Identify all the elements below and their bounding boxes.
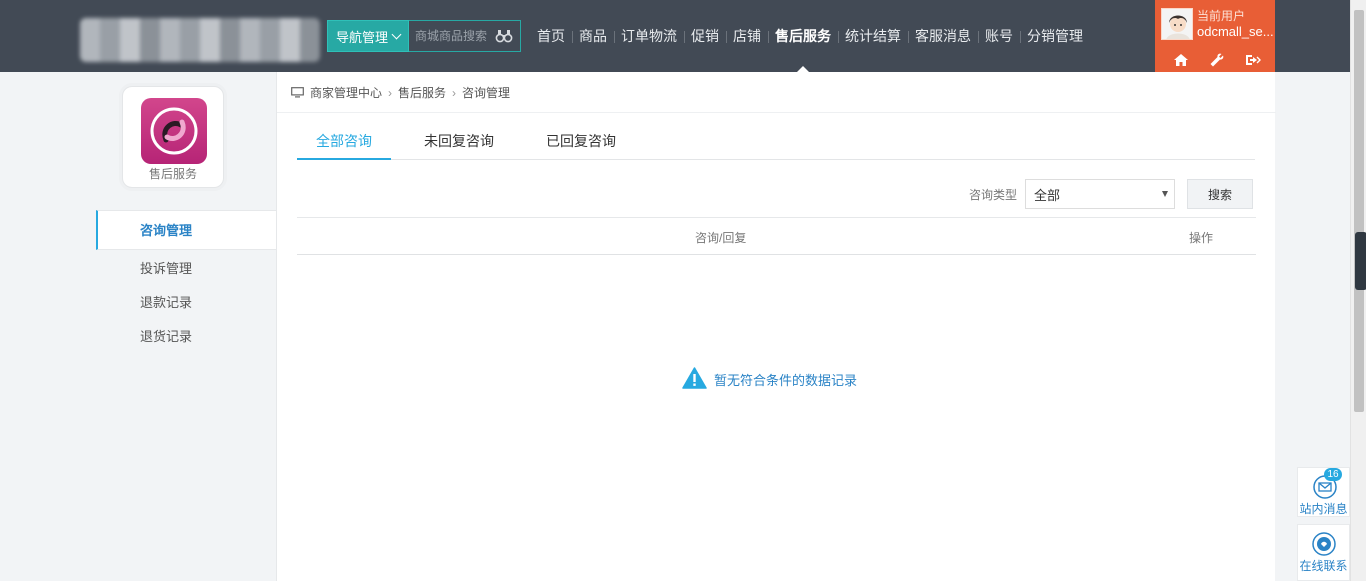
wrench-icon[interactable]	[1206, 52, 1228, 68]
app-icon-label: 售后服务	[148, 167, 197, 181]
search-button[interactable]: 搜索	[1187, 179, 1253, 209]
table-header: 咨询/回复 操作	[297, 217, 1256, 255]
sidebar-item-consultation[interactable]: 咨询管理	[96, 210, 276, 250]
tab-unreplied[interactable]: 未回复咨询	[405, 128, 513, 160]
consultation-type-label: 咨询类型	[968, 187, 1017, 202]
filter-bar: 咨询类型 全部 搜索	[969, 179, 1253, 209]
messages-count-badge: 16	[1324, 468, 1342, 481]
binoculars-icon[interactable]	[495, 29, 513, 43]
avatar[interactable]	[1161, 8, 1193, 40]
nav-item-store[interactable]: 店铺	[726, 0, 768, 72]
main-content: 商家管理中心 › 售后服务 › 咨询管理 全部咨询 未回复咨询 已回复咨询 咨询…	[276, 72, 1276, 581]
sidebar-item-refunds[interactable]: 退款记录	[96, 286, 276, 320]
nav-item-orders[interactable]: 订单物流	[614, 0, 684, 72]
left-sidebar: 售后服务 咨询管理 投诉管理 退款记录 退货记录	[0, 72, 276, 581]
nav-manage-button[interactable]: 导航管理	[327, 20, 409, 52]
logout-icon[interactable]	[1242, 52, 1264, 68]
online-contact-label: 在线联系	[1299, 559, 1348, 573]
chat-icon	[1312, 532, 1336, 559]
nav-item-statistics[interactable]: 统计结算	[838, 0, 908, 72]
site-messages-label: 站内消息	[1299, 502, 1348, 516]
user-label: 当前用户	[1197, 9, 1246, 23]
consultation-tabs: 全部咨询 未回复咨询 已回复咨询	[297, 128, 1255, 160]
consultation-type-select[interactable]: 全部	[1025, 179, 1175, 209]
column-consult-reply: 咨询/回复	[695, 231, 747, 245]
nav-item-home[interactable]: 首页	[530, 0, 572, 72]
monitor-icon	[291, 87, 304, 98]
breadcrumb-separator-icon: ›	[452, 85, 457, 100]
page-scrollbar[interactable]	[1350, 0, 1366, 581]
breadcrumb: 商家管理中心 › 售后服务 › 咨询管理	[291, 84, 510, 101]
tab-all-consultations[interactable]: 全部咨询	[297, 128, 391, 160]
nav-item-promotion[interactable]: 促销	[684, 0, 726, 72]
nav-item-customer-service[interactable]: 客服消息	[908, 0, 978, 72]
online-contact-button[interactable]: 在线联系	[1297, 524, 1350, 581]
aftersales-app-icon	[141, 98, 207, 164]
empty-state: 暂无符合条件的数据记录	[682, 367, 857, 392]
site-messages-button[interactable]: 16 站内消息	[1297, 467, 1350, 517]
breadcrumb-current: 咨询管理	[462, 86, 511, 100]
user-name: odcmall_se...	[1197, 24, 1274, 39]
main-nav: 首页 商品 订单物流 促销 店铺 售后服务 统计结算 客服消息 账号 分销管理	[530, 0, 1090, 72]
search-box	[409, 20, 521, 52]
side-menu: 咨询管理 投诉管理 退款记录 退货记录	[96, 210, 276, 354]
divider	[277, 112, 1276, 113]
empty-message: 暂无符合条件的数据记录	[714, 373, 858, 388]
dropdown-arrow-icon	[1162, 191, 1168, 197]
nav-item-aftersales[interactable]: 售后服务	[768, 0, 838, 72]
nav-item-goods[interactable]: 商品	[572, 0, 614, 72]
consultation-type-value: 全部	[1034, 187, 1061, 203]
store-logo[interactable]	[80, 18, 320, 62]
sidebar-item-complaints[interactable]: 投诉管理	[96, 252, 276, 286]
nav-item-account[interactable]: 账号	[978, 0, 1020, 72]
column-actions: 操作	[1189, 231, 1214, 245]
search-input[interactable]	[409, 21, 495, 51]
breadcrumb-separator-icon: ›	[388, 85, 393, 100]
home-icon[interactable]	[1170, 52, 1192, 68]
user-panel: 当前用户 odcmall_se...	[1155, 0, 1275, 72]
chevron-down-icon	[391, 29, 402, 39]
side-panel-handle[interactable]	[1355, 232, 1366, 290]
sidebar-item-returns[interactable]: 退货记录	[96, 320, 276, 354]
warning-icon	[682, 367, 707, 392]
top-header: 导航管理 首页 商品 订单物流 促销 店铺 售后服务 统计结算 客服消息 账号 …	[0, 0, 1350, 72]
aftersales-app-card: 售后服务	[122, 86, 224, 188]
nav-manage-label: 导航管理	[335, 29, 388, 45]
tab-replied[interactable]: 已回复咨询	[527, 128, 635, 160]
breadcrumb-merchant-center[interactable]: 商家管理中心	[310, 84, 382, 101]
user-actions	[1170, 52, 1264, 68]
scrollbar-thumb[interactable]	[1354, 10, 1364, 412]
breadcrumb-aftersales[interactable]: 售后服务	[398, 84, 446, 101]
nav-item-distribution[interactable]: 分销管理	[1020, 0, 1090, 72]
